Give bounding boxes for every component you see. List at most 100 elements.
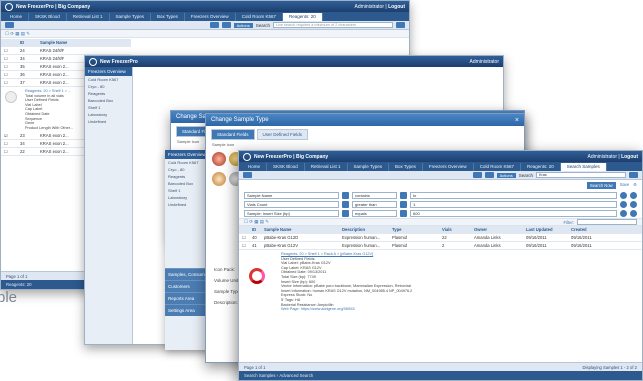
heart-icon[interactable] — [5, 22, 14, 28]
nav-tab[interactable]: Reagents: 20 — [521, 163, 561, 171]
search-input[interactable]: Kras — [536, 172, 626, 178]
search-samples-window: New FreezerPro | Big Company Administrat… — [238, 150, 643, 381]
table-header: ID Sample Name — [1, 39, 131, 47]
app-title: New FreezerPro — [16, 3, 54, 10]
grid-icon[interactable] — [472, 172, 482, 178]
add-criteria-icon[interactable] — [630, 192, 637, 199]
main-nav: Home SKSK Blood Retrieval List 1 Sample … — [239, 162, 642, 171]
sidebar-item[interactable]: Barcoded Box — [85, 97, 132, 104]
search-input[interactable]: Live search requires a minimum of 2 char… — [273, 22, 393, 28]
user-menu[interactable]: Administrator | Logout — [355, 4, 405, 10]
criteria-field-select[interactable]: Sample Name — [244, 192, 339, 199]
nav-tab[interactable]: Box Types — [151, 13, 185, 21]
nav-tab[interactable]: Retrieval List 1 — [305, 163, 348, 171]
list-icon[interactable] — [484, 172, 494, 178]
close-icon[interactable]: × — [515, 117, 519, 124]
criteria-row: Sample: Insert Size (bp) equals 600 — [239, 209, 642, 218]
sidebar-item[interactable]: Undefined — [85, 118, 132, 125]
app-titlebar: New FreezerPro | Big Company Administrat… — [1, 1, 409, 12]
criteria-value-input[interactable]: 1 — [410, 201, 617, 208]
user-menu[interactable]: Administrator — [470, 59, 499, 65]
remove-criteria-icon[interactable] — [620, 192, 627, 199]
sample-detail-panel: Reagents: 20 > Shelf 1 > Rack A > [pBabe… — [239, 250, 642, 314]
toolbar-icons[interactable]: ☐ ⟳ ▦ ▤ ✎ — [244, 219, 269, 225]
criteria-value-input[interactable]: 600 — [410, 210, 617, 217]
tab-user-defined-fields[interactable]: User Defined Fields — [256, 129, 309, 140]
criteria-row: Vials Count greater than 1 — [239, 200, 642, 209]
sample-icon-label: Sample Icon — [212, 142, 235, 147]
user-menu[interactable]: Administrator | Logout — [588, 154, 638, 160]
sample-icon[interactable] — [212, 152, 226, 166]
sidebar-header: Freezers Overview — [85, 67, 132, 76]
remove-criteria-icon[interactable] — [620, 201, 627, 208]
app-titlebar: New FreezerPro | Big Company Administrat… — [239, 151, 642, 162]
nav-tab-active[interactable]: Reagents: 20 — [282, 13, 323, 21]
sidebar-item[interactable]: Reagents — [85, 90, 132, 97]
chevron-down-icon[interactable] — [342, 192, 349, 199]
sample-icon[interactable] — [212, 172, 226, 186]
chevron-down-icon[interactable] — [400, 201, 407, 208]
grid-icon[interactable] — [209, 22, 219, 28]
pager[interactable]: Page 1 of 1 Displaying Samples 1 - 2 of … — [239, 362, 642, 371]
criteria-value-input[interactable]: kr — [410, 192, 617, 199]
add-criteria-icon[interactable] — [630, 201, 637, 208]
toolbar: Actions Search Live search requires a mi… — [1, 21, 409, 30]
nav-tab[interactable]: Sample Types — [110, 13, 151, 21]
nav-tab[interactable]: Home — [242, 163, 268, 171]
logo-icon — [89, 57, 97, 66]
toolbar-icons[interactable]: ☐ ⟳ ▦ ▤ ✎ — [5, 31, 30, 37]
display-count: Displaying Samples 1 - 2 of 2 — [582, 364, 637, 370]
criteria-op-select[interactable]: equals — [352, 210, 397, 217]
sidebar-item[interactable]: Cryo - 80 — [85, 83, 132, 90]
flask-icon — [5, 91, 17, 103]
nav-tab[interactable]: Freezers Overview — [185, 13, 236, 21]
nav-tab[interactable]: Cold Room K567 — [236, 13, 283, 21]
gear-icon[interactable]: ⚙ — [633, 182, 637, 189]
tab-standard-fields[interactable]: Standard Fields — [211, 129, 255, 140]
sidebar-item[interactable]: Cold Room K567 — [85, 76, 132, 83]
search-icon[interactable] — [629, 172, 638, 178]
nav-tab[interactable]: Home — [4, 13, 30, 21]
save-button[interactable]: Save — [620, 182, 630, 189]
nav-tab[interactable]: Cold Room K567 — [474, 163, 521, 171]
nav-tab[interactable]: Retrieval List 1 — [67, 13, 110, 21]
search-now-button[interactable]: Search Now — [586, 182, 616, 189]
footer-breadcrumb: Search Samples › Advanced Search — [239, 371, 642, 380]
table-row[interactable]: ☐ 24 KRAS 24/8/F — [1, 47, 131, 55]
nav-tab[interactable]: Box Types — [389, 163, 423, 171]
app-company: Big Company — [57, 3, 91, 10]
sidebar-item[interactable]: Laboratory — [85, 111, 132, 118]
table-row[interactable]: ☐ 41 pBabe-Kras G12V Expression human...… — [239, 242, 642, 250]
logo-icon — [5, 2, 13, 11]
breadcrumb-advanced[interactable]: Advanced Search — [279, 373, 313, 378]
criteria-field-select[interactable]: Sample: Insert Size (bp) — [244, 210, 339, 217]
main-nav: Home SKSK Blood Retrieval List 1 Sample … — [1, 12, 409, 21]
criteria-op-select[interactable]: greater than — [352, 201, 397, 208]
chevron-down-icon[interactable] — [400, 192, 407, 199]
nav-tab[interactable]: SKSK Blood — [29, 13, 67, 21]
actions-button[interactable]: Actions — [496, 172, 516, 178]
nav-tab-search-samples[interactable]: Search Samples — [560, 163, 607, 171]
nav-tab[interactable]: Sample Types — [348, 163, 389, 171]
breadcrumb-search[interactable]: Search Samples — [244, 373, 276, 378]
filter-input[interactable] — [577, 219, 637, 225]
logo-icon — [243, 152, 251, 161]
add-criteria-icon[interactable] — [630, 210, 637, 217]
chevron-down-icon[interactable] — [342, 201, 349, 208]
sidebar: Freezers Overview Cold Room K567 Cryo - … — [85, 67, 133, 344]
criteria-field-select[interactable]: Vials Count — [244, 201, 339, 208]
search-icon[interactable] — [396, 22, 405, 28]
nav-tab[interactable]: SKSK Blood — [267, 163, 305, 171]
list-icon[interactable] — [221, 22, 231, 28]
heart-icon[interactable] — [243, 172, 252, 178]
actions-button[interactable]: Actions — [233, 22, 253, 28]
criteria-op-select[interactable]: contains — [352, 192, 397, 199]
caption-text: ple — [0, 289, 18, 306]
nav-tab[interactable]: Freezers Overview — [423, 163, 474, 171]
table-row[interactable]: ☐ 40 pBabe-Kras G12D Expression human...… — [239, 234, 642, 242]
chevron-down-icon[interactable] — [342, 210, 349, 217]
chevron-down-icon[interactable] — [400, 210, 407, 217]
modal-header: Change Sample Type× — [206, 114, 524, 126]
sidebar-item[interactable]: Shelf 1 — [85, 104, 132, 111]
remove-criteria-icon[interactable] — [620, 210, 627, 217]
